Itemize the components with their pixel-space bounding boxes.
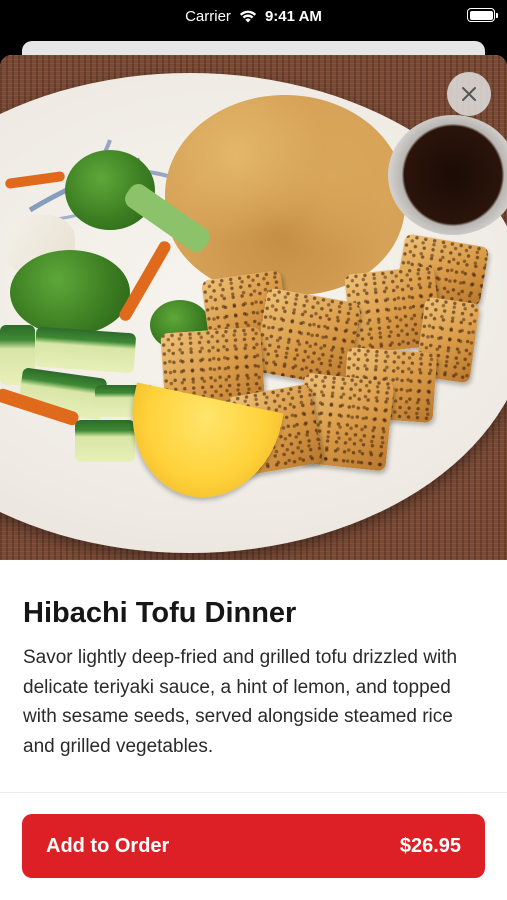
add-to-order-button[interactable]: Add to Order $26.95 <box>22 814 485 878</box>
zucchini <box>33 326 137 374</box>
close-button[interactable] <box>447 72 491 116</box>
zucchini <box>75 420 135 462</box>
battery-fill <box>469 10 493 20</box>
clock: 9:41 AM <box>264 7 322 25</box>
item-description: Savor lightly deep-fried and grilled tof… <box>23 647 458 757</box>
status-bar: Carrier 9:41 AM <box>0 0 507 32</box>
carrier-label: Carrier <box>185 7 231 25</box>
status-center: Carrier 9:41 AM <box>185 8 322 25</box>
battery-icon <box>467 8 498 22</box>
item-title: Hibachi Tofu Dinner <box>23 597 297 629</box>
close-icon <box>462 87 476 101</box>
item-info: Hibachi Tofu Dinner Savor lightly deep-f… <box>23 595 485 761</box>
food-photo <box>0 55 507 560</box>
footer-divider <box>0 792 507 793</box>
item-price: $26.95 <box>399 834 461 857</box>
fried-rice <box>165 95 405 295</box>
teriyaki-sauce-cup <box>388 115 507 235</box>
broccoli <box>10 250 130 335</box>
wifi-icon <box>239 10 257 23</box>
add-to-order-label: Add to Order <box>46 834 170 857</box>
item-detail-sheet: Hibachi Tofu Dinner Savor lightly deep-f… <box>0 55 507 900</box>
